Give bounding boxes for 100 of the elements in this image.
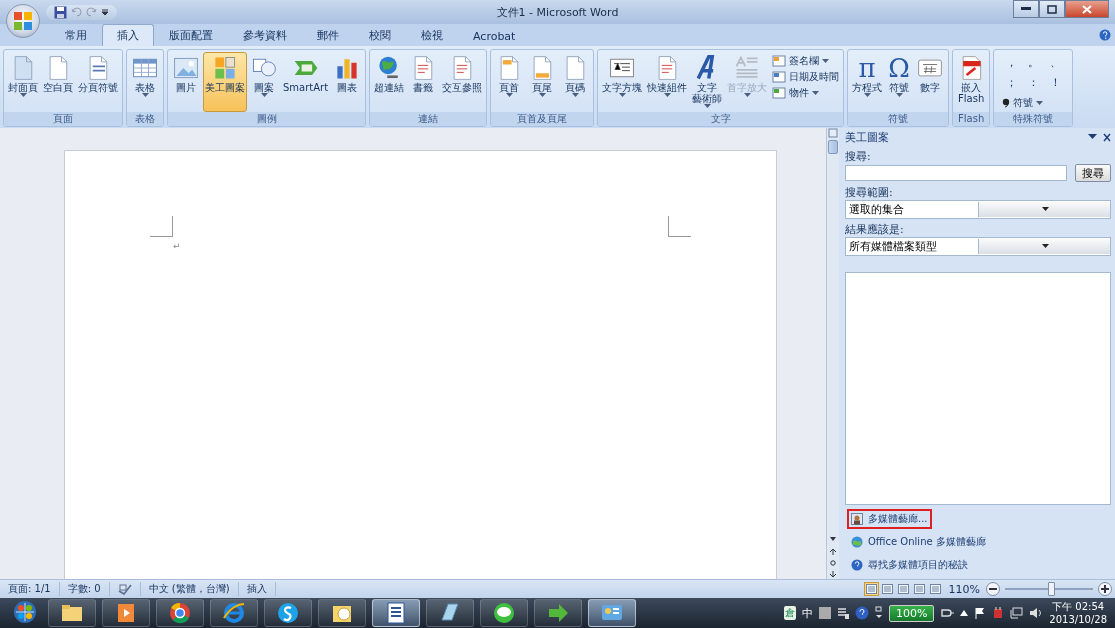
ribbon-button[interactable]: 超連結 bbox=[372, 52, 407, 112]
zoom-level[interactable]: 110% bbox=[942, 582, 986, 596]
taskbar-button[interactable] bbox=[264, 599, 312, 627]
ribbon-tab[interactable]: 常用 bbox=[50, 24, 102, 46]
close-button[interactable] bbox=[1065, 0, 1109, 18]
pane-link[interactable]: 多媒體藝廊... bbox=[847, 509, 932, 529]
taskbar-button[interactable] bbox=[210, 599, 258, 627]
status-item[interactable]: 中文 (繁體，台灣) bbox=[140, 582, 239, 596]
taskbar-button[interactable] bbox=[156, 599, 204, 627]
group-label: 文字 bbox=[598, 112, 844, 126]
ribbon-button[interactable]: 交互參照 bbox=[440, 52, 485, 112]
media-type-dropdown[interactable]: 所有媒體檔案類型 bbox=[845, 237, 1111, 256]
taskbar-button[interactable] bbox=[48, 599, 96, 627]
view-button[interactable] bbox=[895, 582, 911, 596]
search-button[interactable]: 搜尋 bbox=[1075, 164, 1111, 182]
volume-icon[interactable] bbox=[1029, 607, 1044, 619]
ribbon-tab[interactable]: 參考資料 bbox=[228, 24, 302, 46]
ribbon-button[interactable]: SmartArt bbox=[281, 52, 331, 112]
ribbon-button[interactable]: 表格 bbox=[129, 52, 161, 112]
taskbar-button[interactable] bbox=[480, 599, 528, 627]
taskbar-button[interactable] bbox=[372, 599, 420, 627]
pane-link[interactable]: 尋找多媒體項目的秘訣 bbox=[847, 555, 972, 575]
ribbon-button[interactable]: 空白頁 bbox=[41, 52, 75, 112]
customize-icon[interactable] bbox=[101, 8, 109, 16]
input-mode[interactable]: 中 bbox=[801, 605, 813, 621]
taskbar-button[interactable] bbox=[426, 599, 474, 627]
ime-icon[interactable]: 倉 bbox=[783, 606, 796, 620]
ribbon-button[interactable]: 圖片 bbox=[170, 52, 202, 112]
ribbon-tab[interactable]: Acrobat bbox=[458, 26, 531, 46]
vertical-scrollbar[interactable] bbox=[826, 128, 839, 579]
taskbar-button[interactable] bbox=[318, 599, 366, 627]
status-item[interactable]: 字數: 0 bbox=[59, 582, 110, 596]
status-item[interactable]: 頁面: 1/1 bbox=[0, 582, 60, 596]
square-icon[interactable] bbox=[818, 607, 831, 619]
proofing-icon[interactable] bbox=[117, 583, 132, 595]
minimize-button[interactable] bbox=[1013, 0, 1039, 18]
ribbon-button[interactable]: 嵌入 Flash bbox=[955, 52, 988, 112]
omega-icon: Ω bbox=[888, 54, 910, 82]
ribbon-button[interactable]: Ω 符號 bbox=[885, 52, 914, 112]
slider-thumb[interactable] bbox=[1047, 582, 1055, 596]
symbol-button[interactable]: 、 bbox=[1044, 54, 1067, 70]
maximize-button[interactable] bbox=[1039, 0, 1065, 18]
ribbon-button[interactable]: 美工圖案 bbox=[203, 52, 247, 112]
ribbon-small-button[interactable]: 物件 bbox=[770, 86, 842, 100]
clock[interactable]: 下午 02:54 2013/10/28 bbox=[1049, 600, 1111, 626]
ribbon-button[interactable]: 快速組件 bbox=[645, 52, 690, 112]
ribbon-button[interactable]: 封面頁 bbox=[6, 52, 40, 112]
ribbon-button[interactable]: 書籤 bbox=[407, 52, 440, 112]
scope-dropdown[interactable]: 選取的集合 bbox=[845, 200, 1111, 219]
office-button[interactable] bbox=[6, 4, 40, 38]
symbol-button[interactable]: ； bbox=[1000, 74, 1023, 91]
scroll-thumb[interactable] bbox=[828, 140, 838, 154]
ribbon-tab[interactable]: 插入 bbox=[102, 24, 154, 46]
ribbon-tab[interactable]: 校閱 bbox=[354, 24, 406, 46]
symbol-button[interactable]: ： bbox=[1022, 74, 1045, 91]
save-icon[interactable] bbox=[54, 5, 67, 19]
ribbon-button[interactable]: 數字 bbox=[914, 52, 947, 112]
minus-icon bbox=[989, 588, 997, 590]
status-item[interactable]: 插入 bbox=[238, 582, 276, 596]
symbol-button[interactable]: ， bbox=[1000, 54, 1023, 70]
flag-icon[interactable] bbox=[974, 607, 987, 619]
view-button[interactable] bbox=[879, 582, 895, 596]
ribbon-tab[interactable]: 版面配置 bbox=[154, 24, 228, 46]
paragraph-mark: ↵ bbox=[173, 241, 181, 251]
symbol-menu-button[interactable]: 符號 bbox=[1000, 94, 1067, 112]
zoom-out-button[interactable] bbox=[986, 582, 1000, 596]
ribbon-button[interactable]: π 方程式 bbox=[850, 52, 885, 112]
ribbon-tab[interactable]: 檢視 bbox=[406, 24, 458, 46]
ribbon-button[interactable]: 文字方塊 bbox=[600, 52, 645, 112]
ribbon-button[interactable]: 頁尾 bbox=[526, 52, 559, 112]
ribbon-small-button[interactable]: 簽名欄 bbox=[770, 54, 842, 68]
ribbon-button[interactable]: 圖表 bbox=[331, 52, 364, 112]
ribbon-button[interactable]: 圖案 bbox=[248, 52, 280, 112]
view-icon bbox=[929, 584, 941, 594]
scope-label: 搜尋範圍: bbox=[845, 185, 894, 200]
ribbon-button[interactable]: 頁碼 bbox=[559, 52, 592, 112]
taskbar-button[interactable] bbox=[102, 599, 150, 627]
options-icon[interactable] bbox=[874, 606, 883, 620]
ribbon-small-button[interactable]: 日期及時間 bbox=[770, 70, 842, 84]
view-button[interactable] bbox=[911, 582, 927, 596]
zoom-in-button[interactable] bbox=[1098, 582, 1112, 596]
document-page[interactable]: ↵ bbox=[64, 150, 777, 579]
plug-icon[interactable] bbox=[940, 607, 955, 619]
view-button[interactable] bbox=[863, 582, 879, 596]
ribbon-button[interactable]: 分頁符號 bbox=[76, 52, 120, 112]
view-button[interactable] bbox=[927, 582, 943, 596]
search-field[interactable] bbox=[845, 165, 1067, 181]
symbol-button[interactable]: ！ bbox=[1044, 74, 1067, 91]
symbol-button[interactable]: 。 bbox=[1022, 54, 1045, 70]
battery-indicator[interactable]: 100% bbox=[888, 604, 935, 622]
pane-menu-icon[interactable] bbox=[1088, 134, 1097, 140]
show-hidden-icon[interactable] bbox=[960, 610, 969, 616]
ribbon-button[interactable]: 頁首 bbox=[493, 52, 526, 112]
device-icon[interactable] bbox=[992, 607, 1005, 619]
ribbon-tab[interactable]: 郵件 bbox=[302, 24, 354, 46]
pane-link[interactable]: Office Online 多媒體藝廊 bbox=[847, 532, 990, 552]
network-icon[interactable] bbox=[1010, 607, 1024, 619]
ribbon-button[interactable]: 文字 藝術師 bbox=[690, 52, 725, 112]
browse-buttons-icon[interactable] bbox=[829, 535, 837, 579]
help-icon[interactable] bbox=[854, 606, 869, 620]
